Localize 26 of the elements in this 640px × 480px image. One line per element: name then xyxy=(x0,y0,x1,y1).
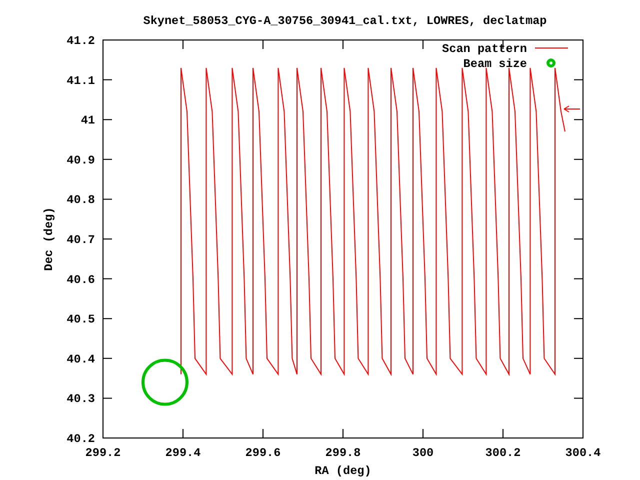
tick-label: 40.4 xyxy=(66,352,95,366)
tick-label: 299.8 xyxy=(325,446,361,460)
tick-label: 40.2 xyxy=(66,432,95,446)
pointer-arrow xyxy=(564,106,580,112)
tick-label: 40.9 xyxy=(66,153,95,168)
legend-label: Beam size xyxy=(463,57,527,71)
tick-label: 41 xyxy=(80,114,95,128)
tick-label: 41.1 xyxy=(66,74,95,88)
chart-title: Skynet_58053_CYG-A_30756_30941_cal.txt, LOWRES, declatmap xyxy=(143,14,547,28)
tick-label: 40.8 xyxy=(66,193,95,208)
beam-circle xyxy=(142,358,188,406)
legend-marker-icon xyxy=(546,58,556,68)
tick-label: 40.6 xyxy=(66,272,95,287)
tick-label: 300.2 xyxy=(485,446,521,460)
tick-label: 299.2 xyxy=(85,446,121,460)
tick-label: 299.6 xyxy=(245,446,281,460)
tick-label: 40.7 xyxy=(66,233,95,247)
tick-label: 300 xyxy=(412,446,434,460)
tick-label: 300.4 xyxy=(565,446,601,460)
tick-label: 41.2 xyxy=(66,34,95,48)
axis-label: Dec (deg) xyxy=(42,207,56,271)
tick-label: 299.4 xyxy=(165,446,201,460)
legend-label: Scan pattern xyxy=(442,42,527,56)
tick-label: 40.3 xyxy=(66,392,95,406)
tick-label: 40.5 xyxy=(66,312,95,327)
axis-label: RA (deg) xyxy=(314,464,372,478)
